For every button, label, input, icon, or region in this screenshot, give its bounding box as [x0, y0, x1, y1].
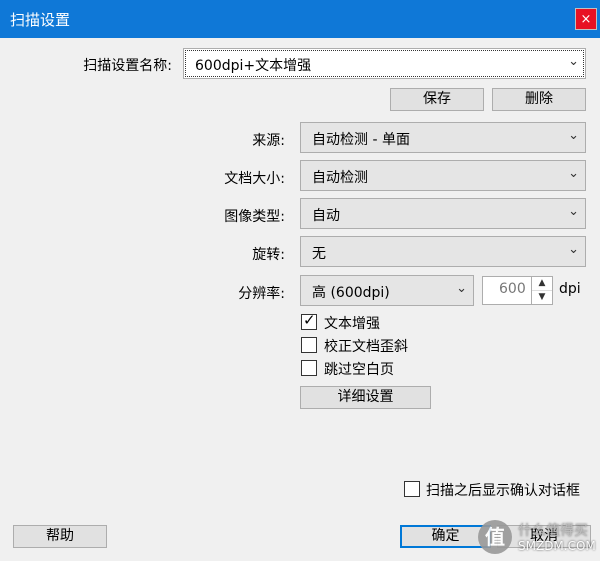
deskew-checkbox[interactable]: [301, 337, 317, 353]
image-type-label: 图像类型:: [224, 209, 285, 225]
detail-settings-button[interactable]: 详细设置: [300, 386, 431, 409]
delete-button[interactable]: 删除: [492, 88, 586, 111]
source-value: 自动检测 - 单面: [312, 132, 410, 148]
chevron-down-icon: ⌄: [568, 54, 579, 69]
title-bar: 扫描设置 ×: [0, 0, 600, 38]
doc-size-value: 自动检测: [312, 170, 368, 186]
chevron-down-icon: ⌄: [568, 242, 579, 257]
chevron-down-icon: ⌄: [568, 166, 579, 181]
resolution-select[interactable]: 高 (600dpi) ⌄: [300, 275, 474, 306]
source-label: 来源:: [252, 133, 285, 149]
stepper-up-icon[interactable]: ▲: [532, 277, 552, 291]
dpi-stepper-arrows: ▲ ▼: [531, 277, 552, 304]
smzdm-logo-icon: 值: [478, 520, 512, 554]
image-type-value: 自动: [312, 208, 340, 224]
rotation-label: 旋转:: [252, 247, 285, 263]
confirm-dialog-label: 扫描之后显示确认对话框: [426, 483, 580, 499]
chevron-down-icon: ⌄: [456, 281, 467, 296]
watermark: 值 什么值得买 SMZDM.COM: [478, 518, 596, 558]
text-enhance-checkbox[interactable]: ✓: [301, 311, 317, 330]
resolution-value: 高 (600dpi): [312, 285, 390, 301]
dpi-value: 600: [499, 281, 526, 297]
chevron-down-icon: ⌄: [568, 128, 579, 143]
deskew-label: 校正文档歪斜: [324, 339, 408, 355]
doc-size-label: 文档大小:: [224, 171, 285, 187]
skip-blank-checkbox[interactable]: [301, 360, 317, 376]
watermark-line2: SMZDM.COM: [518, 539, 596, 553]
text-enhance-label: 文本增强: [324, 316, 380, 332]
profile-name-label: 扫描设置名称:: [83, 58, 172, 74]
window-title: 扫描设置: [10, 11, 71, 29]
profile-name-select[interactable]: 600dpi+文本增强 ⌄: [183, 48, 586, 79]
rotation-select[interactable]: 无 ⌄: [300, 236, 586, 267]
watermark-line1: 什么值得买: [518, 523, 588, 539]
close-icon: ×: [580, 12, 592, 27]
dpi-stepper[interactable]: 600 ▲ ▼: [482, 276, 553, 305]
dpi-unit-label: dpi: [559, 281, 581, 297]
profile-name-value: 600dpi+文本增强: [195, 58, 312, 74]
confirm-dialog-checkbox[interactable]: [404, 481, 420, 497]
source-select[interactable]: 自动检测 - 单面 ⌄: [300, 122, 586, 153]
rotation-value: 无: [312, 246, 326, 262]
resolution-label: 分辨率:: [238, 286, 285, 302]
skip-blank-label: 跳过空白页: [324, 362, 394, 378]
image-type-select[interactable]: 自动 ⌄: [300, 198, 586, 229]
chevron-down-icon: ⌄: [568, 204, 579, 219]
save-button[interactable]: 保存: [390, 88, 484, 111]
doc-size-select[interactable]: 自动检测 ⌄: [300, 160, 586, 191]
checkmark-icon: ✓: [303, 311, 316, 329]
close-button[interactable]: ×: [575, 8, 597, 30]
help-button[interactable]: 帮助: [13, 525, 107, 548]
stepper-down-icon[interactable]: ▼: [532, 291, 552, 304]
